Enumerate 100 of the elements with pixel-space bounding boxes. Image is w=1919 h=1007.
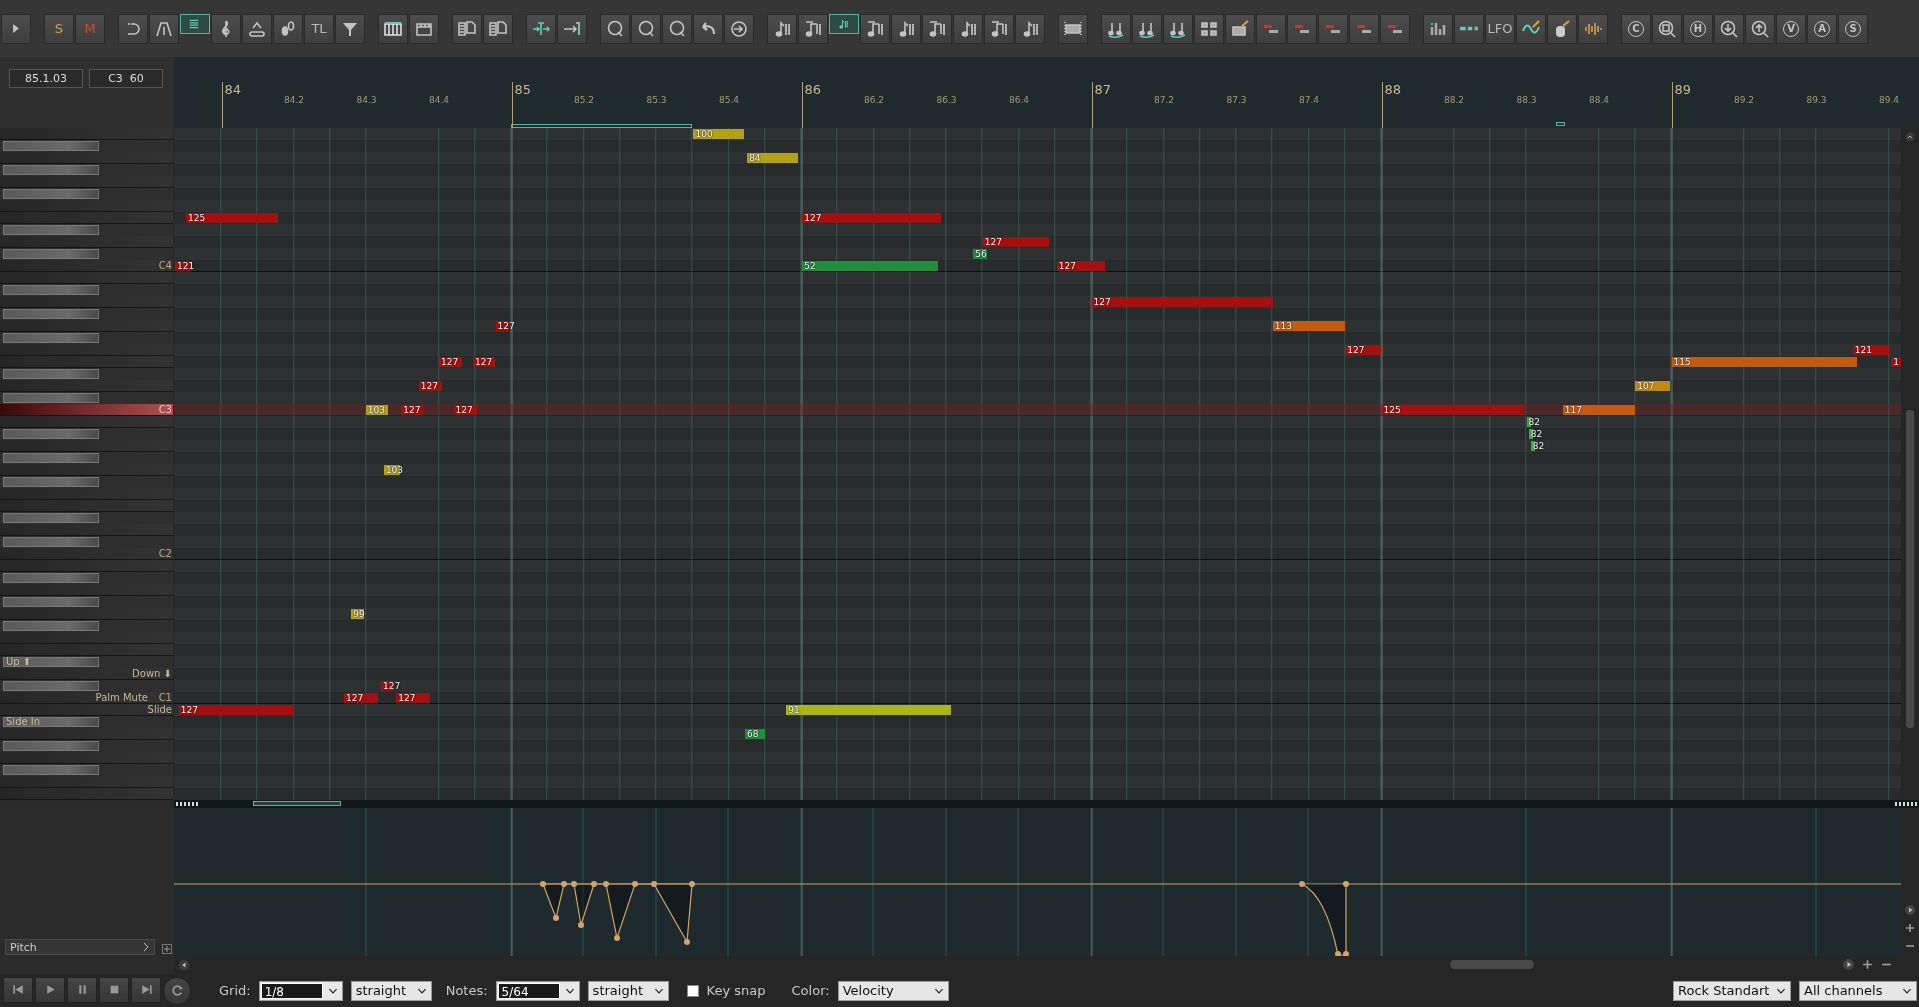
- toolbar-button[interactable]: [1163, 13, 1193, 44]
- toolbar-button[interactable]: [1287, 13, 1317, 44]
- plus-icon[interactable]: [1904, 922, 1916, 934]
- toolbar-button[interactable]: [953, 13, 983, 44]
- toolbar-button[interactable]: [1132, 13, 1162, 44]
- toolbar-button[interactable]: [180, 13, 210, 34]
- scrollbar-thumb[interactable]: [1450, 960, 1534, 969]
- preset-select[interactable]: Rock Standart: [1673, 980, 1791, 1001]
- toolbar-button[interactable]: [452, 13, 482, 44]
- toolbar-button[interactable]: [526, 13, 556, 44]
- toolbar-button[interactable]: [118, 13, 148, 44]
- play-circle-icon[interactable]: [1904, 904, 1916, 916]
- toolbar-button[interactable]: [378, 13, 408, 44]
- note[interactable]: 117: [1562, 405, 1636, 415]
- sharp-key[interactable]: [3, 189, 99, 199]
- overview-thumb[interactable]: [253, 801, 341, 806]
- sharp-key[interactable]: [3, 741, 99, 751]
- toolbar-button[interactable]: [211, 13, 241, 44]
- sharp-key[interactable]: [3, 477, 99, 487]
- toolbar-button[interactable]: [483, 13, 513, 44]
- note[interactable]: 127: [473, 357, 496, 367]
- piano-key[interactable]: [0, 704, 173, 716]
- toolbar-button[interactable]: [860, 13, 890, 44]
- notes-mode-select[interactable]: straight: [587, 980, 669, 1001]
- note[interactable]: 127: [1091, 297, 1273, 307]
- toolbar-button[interactable]: [335, 13, 365, 44]
- toolbar-button[interactable]: [1454, 13, 1484, 44]
- sharp-key[interactable]: [3, 165, 99, 175]
- piano-key[interactable]: [0, 404, 173, 416]
- toolbar-button[interactable]: [149, 13, 179, 44]
- toolbar-button[interactable]: [1015, 13, 1045, 44]
- play-button[interactable]: [35, 976, 65, 1003]
- toolbar-button[interactable]: [693, 13, 723, 44]
- zoom-button[interactable]: V: [1776, 13, 1806, 44]
- grid-mode-select[interactable]: straight: [350, 980, 432, 1001]
- sharp-key[interactable]: [3, 513, 99, 523]
- sharp-key[interactable]: [3, 429, 99, 439]
- toolbar-button[interactable]: [557, 13, 587, 44]
- skip-forward-button[interactable]: [131, 976, 161, 1003]
- toolbar-button[interactable]: [1578, 13, 1608, 44]
- grip-handle[interactable]: [176, 802, 198, 806]
- color-select[interactable]: Velocity: [837, 980, 949, 1001]
- toggle-button[interactable]: LFO: [1485, 13, 1515, 44]
- note[interactable]: 127: [982, 237, 1050, 247]
- toolbar-button[interactable]: [273, 13, 303, 44]
- sharp-key[interactable]: [3, 597, 99, 607]
- note[interactable]: 113: [1272, 321, 1346, 331]
- sharp-key[interactable]: [3, 573, 99, 583]
- toolbar-button[interactable]: [724, 13, 754, 44]
- note[interactable]: 127: [381, 681, 401, 691]
- sharp-key[interactable]: [3, 225, 99, 235]
- toolbar-button[interactable]: [631, 13, 661, 44]
- sharp-key[interactable]: [3, 141, 99, 151]
- toolbar-button[interactable]: [767, 13, 797, 44]
- toolbar-button[interactable]: [829, 13, 859, 34]
- stop-button[interactable]: [99, 976, 129, 1003]
- note[interactable]: 127: [418, 381, 442, 391]
- sharp-key[interactable]: [3, 537, 99, 547]
- toolbar-button[interactable]: [1714, 13, 1744, 44]
- pause-button[interactable]: [67, 976, 97, 1003]
- note[interactable]: 127: [1345, 345, 1382, 355]
- channel-select[interactable]: All channels: [1799, 980, 1917, 1001]
- notes-combo[interactable]: 5/64: [495, 980, 580, 1001]
- controller-select[interactable]: Pitch: [5, 939, 155, 955]
- note[interactable]: 127: [439, 357, 463, 367]
- toolbar-button[interactable]: [1349, 13, 1379, 44]
- sharp-key[interactable]: [3, 249, 99, 259]
- grid-combo[interactable]: 1/8: [258, 980, 343, 1001]
- key-snap-checkbox[interactable]: [686, 984, 699, 997]
- toolbar-button[interactable]: [1547, 13, 1577, 44]
- toolbar-button[interactable]: [1, 13, 31, 44]
- note[interactable]: 121: [1852, 345, 1889, 355]
- zoom-button[interactable]: S: [1838, 13, 1868, 44]
- toolbar-button[interactable]: [1225, 13, 1255, 44]
- toolbar-button[interactable]: [1380, 13, 1410, 44]
- toolbar-button[interactable]: [1423, 13, 1453, 44]
- sharp-key[interactable]: [3, 765, 99, 775]
- toolbar-button[interactable]: [1516, 13, 1546, 44]
- toolbar-button[interactable]: [242, 13, 272, 44]
- loop-button[interactable]: [163, 976, 191, 1005]
- toolbar-button[interactable]: [1194, 13, 1224, 44]
- zoom-button[interactable]: A: [1807, 13, 1837, 44]
- toolbar-button[interactable]: [600, 13, 630, 44]
- note[interactable]: 68: [744, 729, 765, 739]
- zoom-button[interactable]: C: [1621, 13, 1651, 44]
- piano-key[interactable]: [0, 692, 173, 704]
- note[interactable]: 52: [802, 261, 938, 271]
- note[interactable]: 125: [185, 213, 279, 223]
- scroll-up-icon[interactable]: [1905, 132, 1915, 142]
- toolbar-button[interactable]: [409, 13, 439, 44]
- sharp-key[interactable]: [3, 333, 99, 343]
- toolbar-button[interactable]: [891, 13, 921, 44]
- note[interactable]: 127: [1056, 261, 1106, 271]
- sharp-key[interactable]: Up ⬆: [3, 657, 99, 667]
- sharp-key[interactable]: [3, 309, 99, 319]
- piano-key[interactable]: [0, 668, 173, 680]
- toolbar-button[interactable]: [662, 13, 692, 44]
- skip-back-button[interactable]: [3, 976, 33, 1003]
- toolbar-button[interactable]: [798, 13, 828, 44]
- scrollbar-thumb[interactable]: [1906, 410, 1914, 728]
